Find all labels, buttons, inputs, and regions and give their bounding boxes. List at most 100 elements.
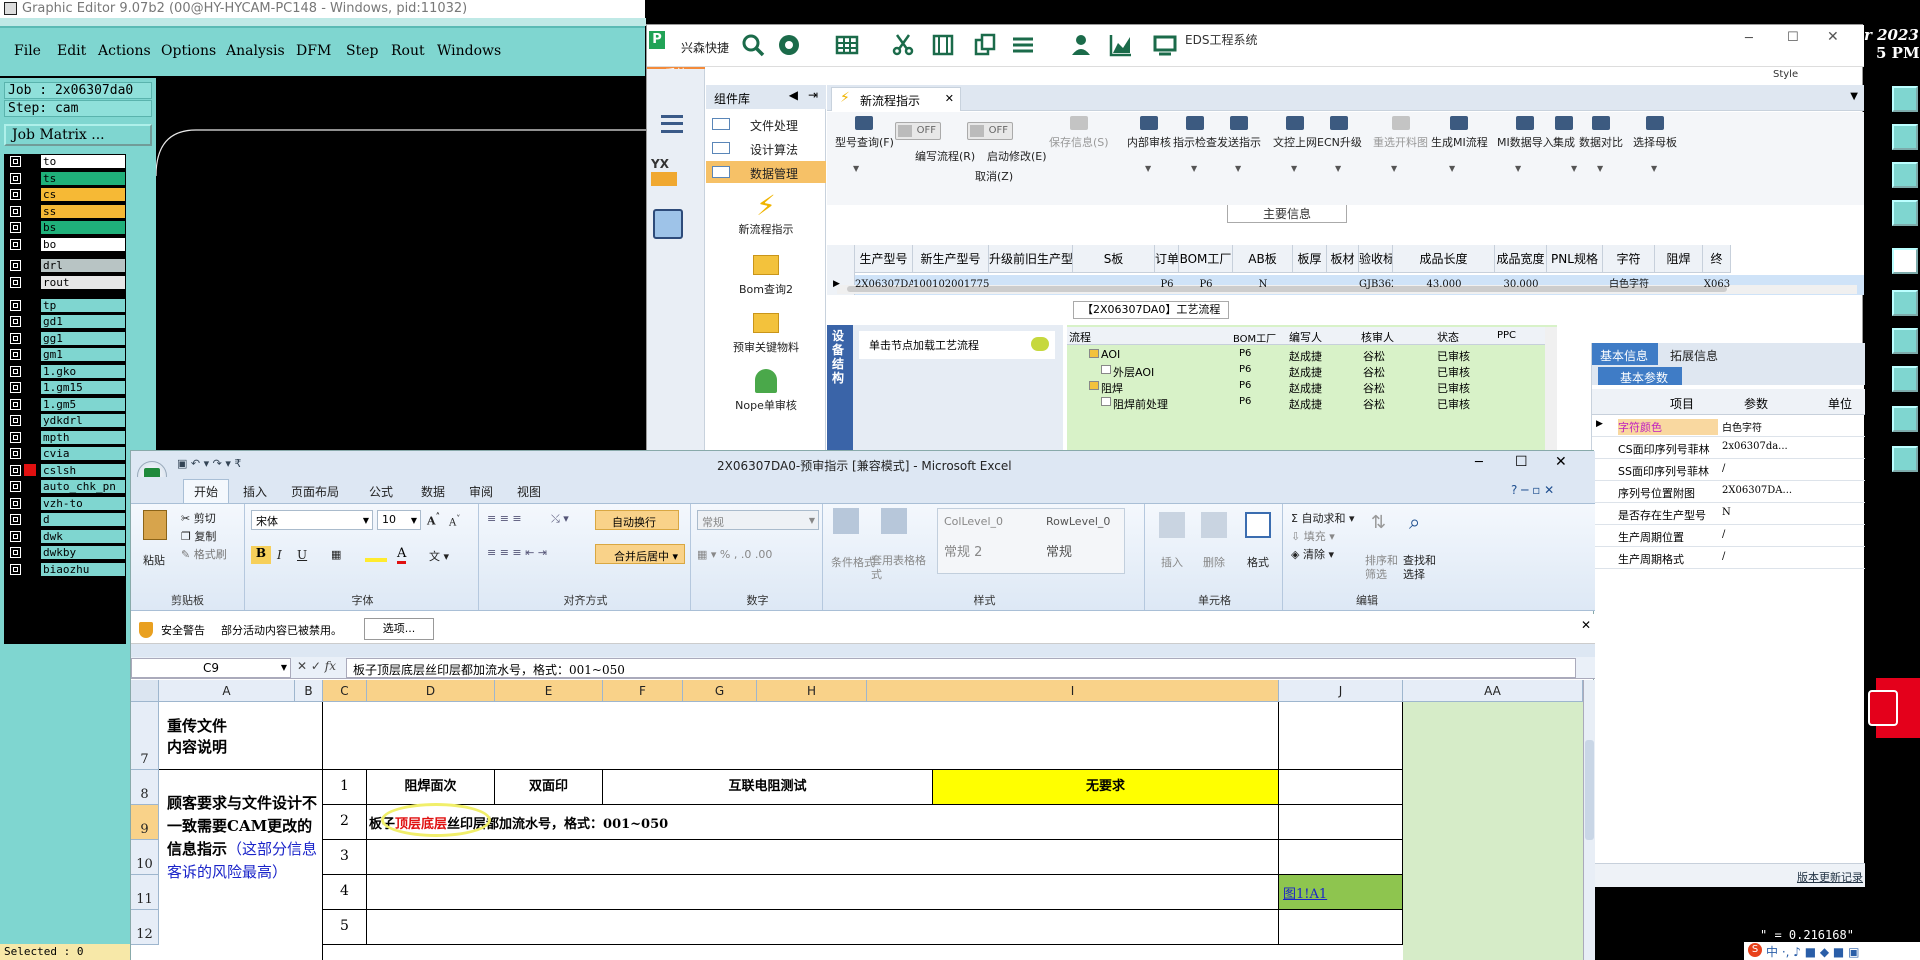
layer-checkbox[interactable] — [10, 349, 21, 361]
underline-button[interactable]: U — [297, 548, 307, 562]
proc-row[interactable]: 外层AOI P6 赵成捷 谷松 已审核 — [1067, 363, 1545, 379]
align-top-icon[interactable]: ≡ ≡ ≡ — [487, 512, 522, 525]
menu-analysis[interactable]: Analysis — [226, 43, 285, 59]
cond-format-icon[interactable] — [833, 508, 859, 534]
basic-row[interactable]: SS面印序列号菲林 / — [1592, 459, 1865, 481]
grid-header-8[interactable]: 板材 — [1327, 245, 1359, 273]
layer-name[interactable]: gm1 — [40, 347, 126, 363]
layer-checkbox[interactable] — [10, 415, 21, 427]
tab-extended-info[interactable]: 拓展信息 — [1660, 343, 1730, 365]
layer-name[interactable]: mpth — [40, 429, 126, 445]
cell-i8[interactable]: 无要求 — [933, 770, 1279, 805]
autosum-button[interactable]: Σ 自动求和 ▾ — [1291, 510, 1354, 526]
cell-b8[interactable]: 1 — [323, 770, 367, 805]
align-left-icon[interactable]: ≡ ≡ ≡ ⇤ ⇥ — [487, 546, 547, 559]
eds-minimize-icon[interactable]: ─ — [1745, 31, 1753, 46]
delete-icon[interactable] — [1201, 512, 1227, 538]
ribbon-btn-8[interactable]: ECN升级 — [1317, 116, 1362, 150]
grid-cell-13[interactable]: 白色字符 — [1603, 275, 1655, 295]
ribbon-dropdown-icon[interactable]: ▼ — [1291, 164, 1297, 173]
delete-button[interactable]: 删除 — [1203, 554, 1225, 570]
film-icon[interactable] — [931, 33, 955, 57]
eds-close-icon[interactable]: ✕ — [1827, 29, 1839, 45]
cell-e8[interactable]: 互联电阻测试 — [603, 770, 933, 805]
layer-checkbox[interactable] — [10, 497, 21, 509]
tab-basic-info[interactable]: 基本信息 — [1592, 343, 1658, 365]
menu-options[interactable]: Options — [161, 43, 216, 59]
cell-j9[interactable] — [1279, 805, 1403, 840]
layer-checkbox[interactable] — [10, 398, 21, 410]
cell-a8[interactable]: 顾客要求与文件设计不一致需要CAM更改的信息指示（这部分信息客诉的风险最高） — [159, 770, 323, 960]
tool-1[interactable] — [1892, 86, 1918, 112]
ribbon-dropdown-icon[interactable]: ▼ — [1597, 164, 1603, 173]
big-preaudit[interactable]: 预审关键物料 — [706, 313, 826, 355]
font-name-select[interactable]: 宋体 ▼ — [251, 510, 373, 530]
tab-new-flow[interactable]: ⚡ 新流程指示 ✕ — [831, 87, 961, 111]
table-format-button[interactable]: 套用表格格式 — [871, 554, 931, 582]
layer-checkbox[interactable] — [10, 365, 21, 377]
paste-icon[interactable] — [143, 510, 167, 540]
layer-row-bo[interactable]: bo — [4, 236, 126, 252]
row-header-7[interactable]: 7 — [131, 702, 159, 770]
layer-name[interactable]: 1.gko — [40, 363, 126, 379]
grid-header-10[interactable]: 成品长度 — [1393, 245, 1495, 273]
grid-cell-10[interactable]: 43.000 — [1393, 275, 1495, 295]
tool-7[interactable] — [1892, 328, 1918, 354]
row-header-10[interactable]: 10 — [131, 840, 159, 875]
layer-row-1.gko[interactable]: 1.gko — [4, 363, 126, 379]
cell-j10[interactable] — [1279, 840, 1403, 875]
style-normal[interactable]: 常规 — [1046, 541, 1072, 560]
ribbon-dropdown-icon[interactable]: ▼ — [1391, 164, 1397, 173]
cell-j12[interactable] — [1279, 910, 1403, 945]
select-all-corner[interactable] — [131, 680, 159, 702]
layer-row-to[interactable]: to — [4, 154, 126, 169]
col-header-A[interactable]: A — [159, 680, 295, 702]
grid-cell-11[interactable]: 30.000 — [1495, 275, 1547, 295]
layer-row-gd1[interactable]: gd1 — [4, 314, 126, 330]
yx-icon[interactable]: YX — [651, 157, 687, 191]
cell-c10[interactable] — [367, 840, 1279, 875]
italic-button[interactable]: I — [277, 548, 282, 562]
layer-name[interactable]: drl — [40, 258, 126, 274]
layer-name[interactable]: tp — [40, 297, 126, 313]
database-icon[interactable] — [653, 209, 683, 239]
grid-cell-5[interactable]: P6 — [1179, 275, 1233, 295]
layer-checkbox[interactable] — [10, 547, 21, 559]
security-options-button[interactable]: 选项... — [364, 618, 434, 640]
pin-icon[interactable]: ⇥ — [808, 88, 818, 102]
layer-checkbox[interactable] — [10, 222, 21, 234]
cut-button[interactable]: ✂ 剪切 — [181, 510, 216, 526]
grid-header-7[interactable]: 板厚 — [1293, 245, 1327, 273]
table-format-icon[interactable] — [881, 508, 907, 534]
layer-row-bs[interactable]: bs — [4, 220, 126, 236]
chart-icon[interactable] — [1109, 33, 1133, 57]
tab-1[interactable]: 插入 — [243, 483, 267, 500]
layer-checkbox[interactable] — [10, 563, 21, 575]
orientation-icon[interactable]: ⤯ ▾ — [551, 512, 569, 526]
cell-b12[interactable]: 5 — [323, 910, 367, 945]
job-matrix-button[interactable]: Job Matrix ... — [4, 124, 152, 146]
style-rowlevel[interactable]: RowLevel_0 — [1046, 515, 1110, 528]
layer-row-dwkby[interactable]: dwkby — [4, 545, 126, 561]
style-dropdown[interactable]: Style — [1773, 69, 1798, 80]
menu-file[interactable]: File — [14, 43, 41, 59]
tab-5[interactable]: 审阅 — [469, 483, 493, 500]
row-header-12[interactable]: 12 — [131, 910, 159, 945]
col-header-AA[interactable]: AA — [1403, 680, 1583, 702]
security-close-icon[interactable]: ✕ — [1581, 618, 1591, 632]
comp-algo[interactable]: 设计算法 — [706, 137, 826, 159]
ribbon-btn-14[interactable]: 选择母板 — [1633, 116, 1677, 150]
grid-header-4[interactable]: 订单工厂 — [1155, 245, 1179, 273]
layer-name[interactable]: rout — [40, 274, 126, 290]
menu-step[interactable]: Step — [346, 43, 378, 59]
ribbon-btn-3[interactable]: 保存信息(S) — [1049, 116, 1109, 150]
layer-row-cvia[interactable]: cvia — [4, 446, 126, 462]
ribbon-dropdown-icon[interactable]: ▼ — [853, 164, 859, 173]
list-icon[interactable] — [1011, 33, 1035, 57]
big-bom[interactable]: Bom查询2 — [706, 255, 826, 297]
layer-checkbox[interactable] — [10, 332, 21, 344]
menu-edit[interactable]: Edit — [57, 43, 86, 59]
grid-cell-4[interactable]: P6 — [1155, 275, 1179, 295]
cell-b11[interactable]: 4 — [323, 875, 367, 910]
tool-8[interactable] — [1892, 366, 1918, 392]
